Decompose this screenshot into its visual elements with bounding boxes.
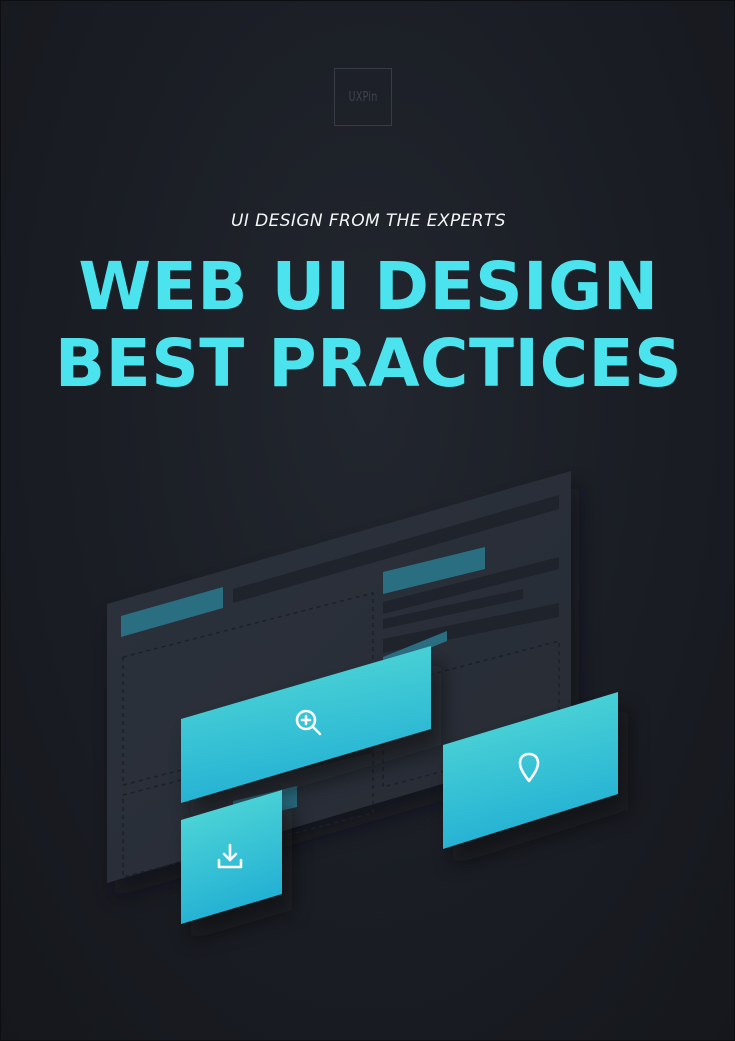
book-cover: UXPin UI DESIGN FROM THE EXPERTS WEB UI … [0, 0, 735, 1041]
isometric-ui-illustration [107, 471, 628, 940]
